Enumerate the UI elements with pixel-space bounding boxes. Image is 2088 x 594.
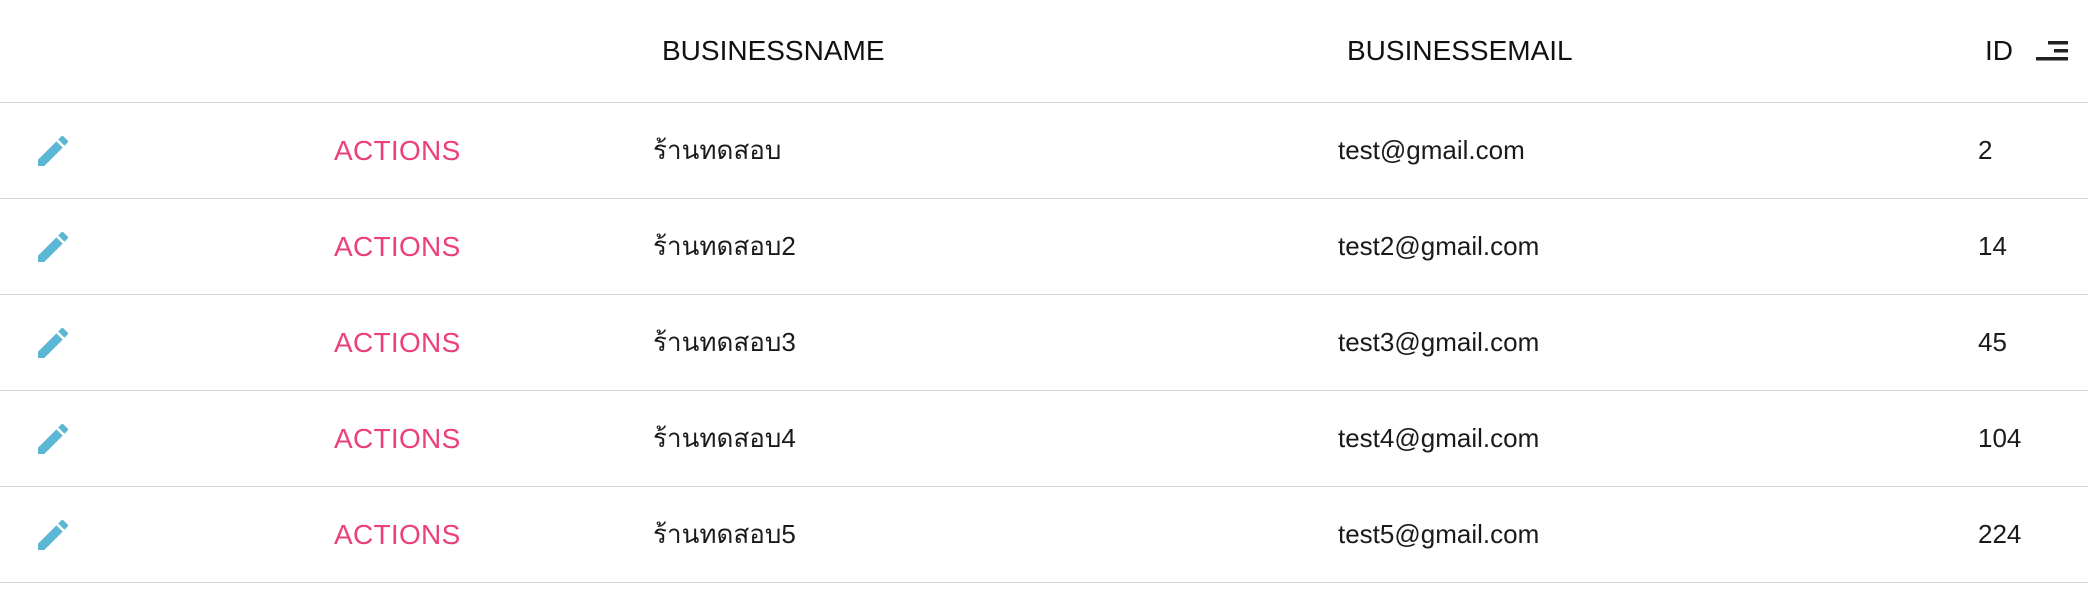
business-email-cell: test@gmail.com bbox=[1338, 135, 1525, 165]
sort-button[interactable] bbox=[2033, 0, 2071, 102]
column-header-id[interactable]: ID bbox=[1985, 0, 2013, 102]
actions-link[interactable]: ACTIONS bbox=[334, 103, 461, 198]
id-cell: 14 bbox=[1978, 231, 2007, 261]
table-header: BUSINESSNAME BUSINESSEMAIL ID bbox=[0, 0, 2088, 103]
id-cell: 104 bbox=[1978, 423, 2022, 453]
table-row: ACTIONS ร้านทดสอบ test@gmail.com 2 bbox=[0, 103, 2088, 199]
pencil-icon bbox=[33, 419, 73, 459]
edit-button[interactable] bbox=[33, 103, 73, 198]
business-name-cell: ร้านทดสอบ bbox=[653, 135, 782, 165]
table-row: ACTIONS ร้านทดสอบ3 test3@gmail.com 45 bbox=[0, 295, 2088, 391]
business-name-cell: ร้านทดสอบ3 bbox=[653, 327, 796, 357]
column-header-businessname[interactable]: BUSINESSNAME bbox=[662, 0, 885, 102]
business-email-cell: test5@gmail.com bbox=[1338, 519, 1540, 549]
edit-button[interactable] bbox=[33, 391, 73, 486]
table-row: ACTIONS ร้านทดสอบ2 test2@gmail.com 14 bbox=[0, 199, 2088, 295]
business-email-cell: test2@gmail.com bbox=[1338, 231, 1540, 261]
id-cell: 2 bbox=[1978, 135, 1993, 165]
business-name-cell: ร้านทดสอบ5 bbox=[653, 519, 796, 549]
id-cell: 224 bbox=[1978, 519, 2022, 549]
pencil-icon bbox=[33, 227, 73, 267]
business-email-cell: test3@gmail.com bbox=[1338, 327, 1540, 357]
edit-button[interactable] bbox=[33, 295, 73, 390]
business-name-cell: ร้านทดสอบ2 bbox=[653, 231, 796, 261]
table-row: ACTIONS ร้านทดสอบ4 test4@gmail.com 104 bbox=[0, 391, 2088, 487]
sort-lines-icon bbox=[2033, 36, 2071, 66]
actions-link[interactable]: ACTIONS bbox=[334, 391, 461, 486]
business-table: BUSINESSNAME BUSINESSEMAIL ID ACTIONS ร้… bbox=[0, 0, 2088, 583]
column-header-businessemail[interactable]: BUSINESSEMAIL bbox=[1347, 0, 1573, 102]
actions-link[interactable]: ACTIONS bbox=[334, 199, 461, 294]
id-cell: 45 bbox=[1978, 327, 2007, 357]
table-row: ACTIONS ร้านทดสอบ5 test5@gmail.com 224 bbox=[0, 487, 2088, 583]
pencil-icon bbox=[33, 323, 73, 363]
business-email-cell: test4@gmail.com bbox=[1338, 423, 1540, 453]
edit-button[interactable] bbox=[33, 199, 73, 294]
business-name-cell: ร้านทดสอบ4 bbox=[653, 423, 796, 453]
pencil-icon bbox=[33, 515, 73, 555]
edit-button[interactable] bbox=[33, 487, 73, 582]
actions-link[interactable]: ACTIONS bbox=[334, 295, 461, 390]
pencil-icon bbox=[33, 131, 73, 171]
actions-link[interactable]: ACTIONS bbox=[334, 487, 461, 582]
